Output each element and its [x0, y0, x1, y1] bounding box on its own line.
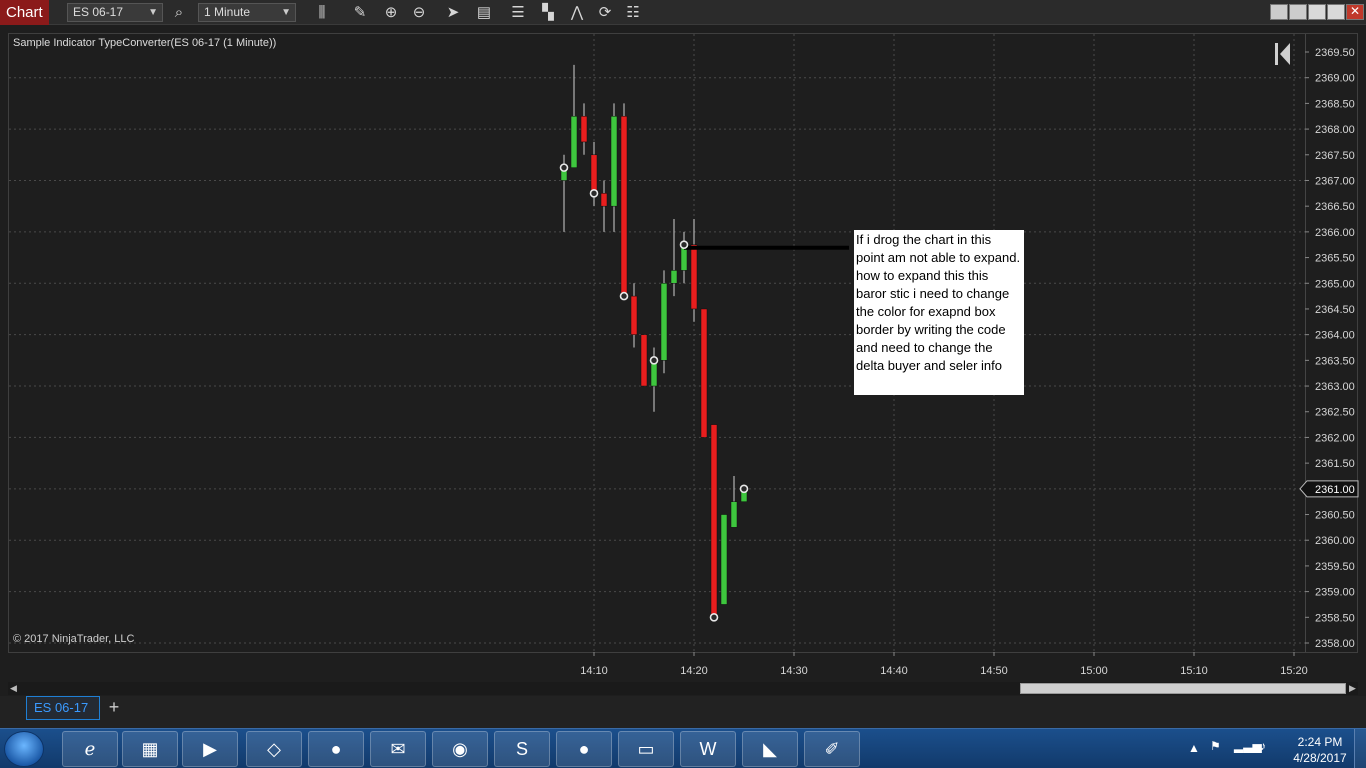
tab-es-06-17[interactable]: ES 06-17 [26, 696, 100, 720]
scrollbar-thumb[interactable] [1020, 683, 1346, 694]
y-tick-label: 2368.00 [1315, 124, 1355, 136]
y-tick-label: 2367.50 [1315, 150, 1355, 162]
volume-icon[interactable]: ♪ [1260, 739, 1266, 753]
price-marker [619, 291, 629, 301]
candle-down [710, 424, 718, 618]
candle-up [720, 514, 728, 605]
chart-scrollbar[interactable]: ◀ ▶ [8, 682, 1358, 695]
screen-recorder-icon[interactable]: ● [556, 731, 612, 767]
y-tick-label: 2360.50 [1315, 510, 1355, 522]
notepad-icon[interactable]: ▭ [618, 731, 674, 767]
x-tick-label: 15:10 [1180, 665, 1208, 677]
network-error-icon[interactable]: ⚑ [1210, 739, 1221, 753]
candle-up [660, 283, 668, 361]
y-tick-label: 2363.50 [1315, 355, 1355, 367]
show-desktop-button[interactable] [1354, 729, 1366, 768]
candle-up [610, 115, 618, 207]
price-marker [649, 356, 659, 365]
y-tick-label: 2361.50 [1315, 458, 1355, 470]
price-marker [679, 240, 689, 250]
price-marker [589, 189, 599, 198]
candle-down [630, 295, 638, 335]
candle-down [690, 244, 698, 310]
y-tick-label: 2359.00 [1315, 587, 1355, 599]
candle-down [580, 115, 588, 143]
windows-taskbar: ℯ ▦ ▶ ◇ ● ✉ ◉ S ● ▭ W ◣ ✐ ▲ ⚑ ▂▃▅ ♪ 2:24… [0, 728, 1366, 768]
price-marker [739, 484, 749, 494]
x-tick-label: 14:50 [980, 665, 1008, 677]
y-tick-label: 2369.00 [1315, 73, 1355, 85]
y-tick-label: 2358.50 [1315, 612, 1355, 624]
chart-tabs: ES 06-17 + [0, 696, 1366, 728]
y-tick-label: 2362.00 [1315, 432, 1355, 444]
candle-up [730, 501, 738, 528]
candle-up [670, 270, 678, 284]
signal-icon[interactable]: ▂▃▅ [1234, 739, 1262, 753]
scroll-to-end-icon [1275, 43, 1278, 65]
tray-expand-icon[interactable]: ▲ [1188, 741, 1200, 755]
app-window: Chart ES 06-17 ▼ ⌕ 1 Minute ▼ ⫼ ✎ ⊕ ⊖ ➤ … [0, 0, 1366, 768]
x-tick-label: 15:00 [1080, 665, 1108, 677]
candle-up [570, 115, 578, 168]
candle-down [590, 154, 598, 194]
x-tick-label: 15:20 [1280, 665, 1308, 677]
annotation-box: If i drog the chart in this point am not… [854, 230, 1024, 395]
firefox-icon[interactable]: ● [308, 731, 364, 767]
visual-studio-icon[interactable]: ◇ [246, 731, 302, 767]
candle-down [620, 115, 628, 297]
candle-down [640, 334, 648, 387]
price-chart[interactable]: 2369.50 2369.00 2368.50 2368.00 2367.50 2367.… [0, 0, 1366, 696]
start-button[interactable] [4, 731, 44, 767]
clock-date[interactable]: 4/28/2017 [1284, 751, 1356, 765]
y-tick-label: 2364.00 [1315, 330, 1355, 342]
candle-down [600, 193, 608, 207]
media-player-icon[interactable]: ▶ [182, 731, 238, 767]
x-tick-label: 14:30 [780, 665, 808, 677]
y-tick-label: 2363.00 [1315, 381, 1355, 393]
candle-down [700, 308, 708, 438]
current-price-label: 2361.00 [1315, 484, 1355, 496]
internet-explorer-icon[interactable]: ℯ [62, 731, 118, 767]
y-tick-label: 2359.50 [1315, 561, 1355, 573]
y-tick-label: 2366.50 [1315, 201, 1355, 213]
clock-time[interactable]: 2:24 PM [1290, 735, 1350, 749]
y-tick-label: 2365.50 [1315, 253, 1355, 265]
word-icon[interactable]: W [680, 731, 736, 767]
chrome-icon[interactable]: ◉ [432, 731, 488, 767]
y-tick-label: 2364.50 [1315, 304, 1355, 316]
paint-icon[interactable]: ✐ [804, 731, 860, 767]
y-tick-label: 2365.00 [1315, 278, 1355, 290]
x-tick-label: 14:40 [880, 665, 908, 677]
copyright-text: © 2017 NinjaTrader, LLC [13, 633, 135, 645]
y-tick-label: 2360.00 [1315, 535, 1355, 547]
add-tab-button[interactable]: + [104, 696, 124, 720]
file-explorer-icon[interactable]: ▦ [122, 731, 178, 767]
y-tick-label: 2358.00 [1315, 638, 1355, 650]
outlook-icon[interactable]: ✉ [370, 731, 426, 767]
x-tick-label: 14:10 [580, 665, 608, 677]
indicator-label: Sample Indicator TypeConverter(ES 06-17 … [13, 37, 277, 49]
y-tick-label: 2366.00 [1315, 227, 1355, 239]
y-tick-label: 2369.50 [1315, 47, 1355, 59]
x-tick-label: 14:20 [680, 665, 708, 677]
scroll-right-icon[interactable]: ▶ [1349, 684, 1358, 693]
ninjatrader-icon[interactable]: ◣ [742, 731, 798, 767]
price-marker [559, 163, 569, 172]
y-tick-label: 2368.50 [1315, 98, 1355, 110]
price-marker [709, 613, 719, 622]
y-tick-label: 2367.00 [1315, 175, 1355, 187]
scroll-to-end-arrow-icon [1280, 43, 1290, 65]
skype-icon[interactable]: S [494, 731, 550, 767]
y-tick-label: 2362.50 [1315, 407, 1355, 419]
scroll-left-icon[interactable]: ◀ [10, 684, 19, 693]
